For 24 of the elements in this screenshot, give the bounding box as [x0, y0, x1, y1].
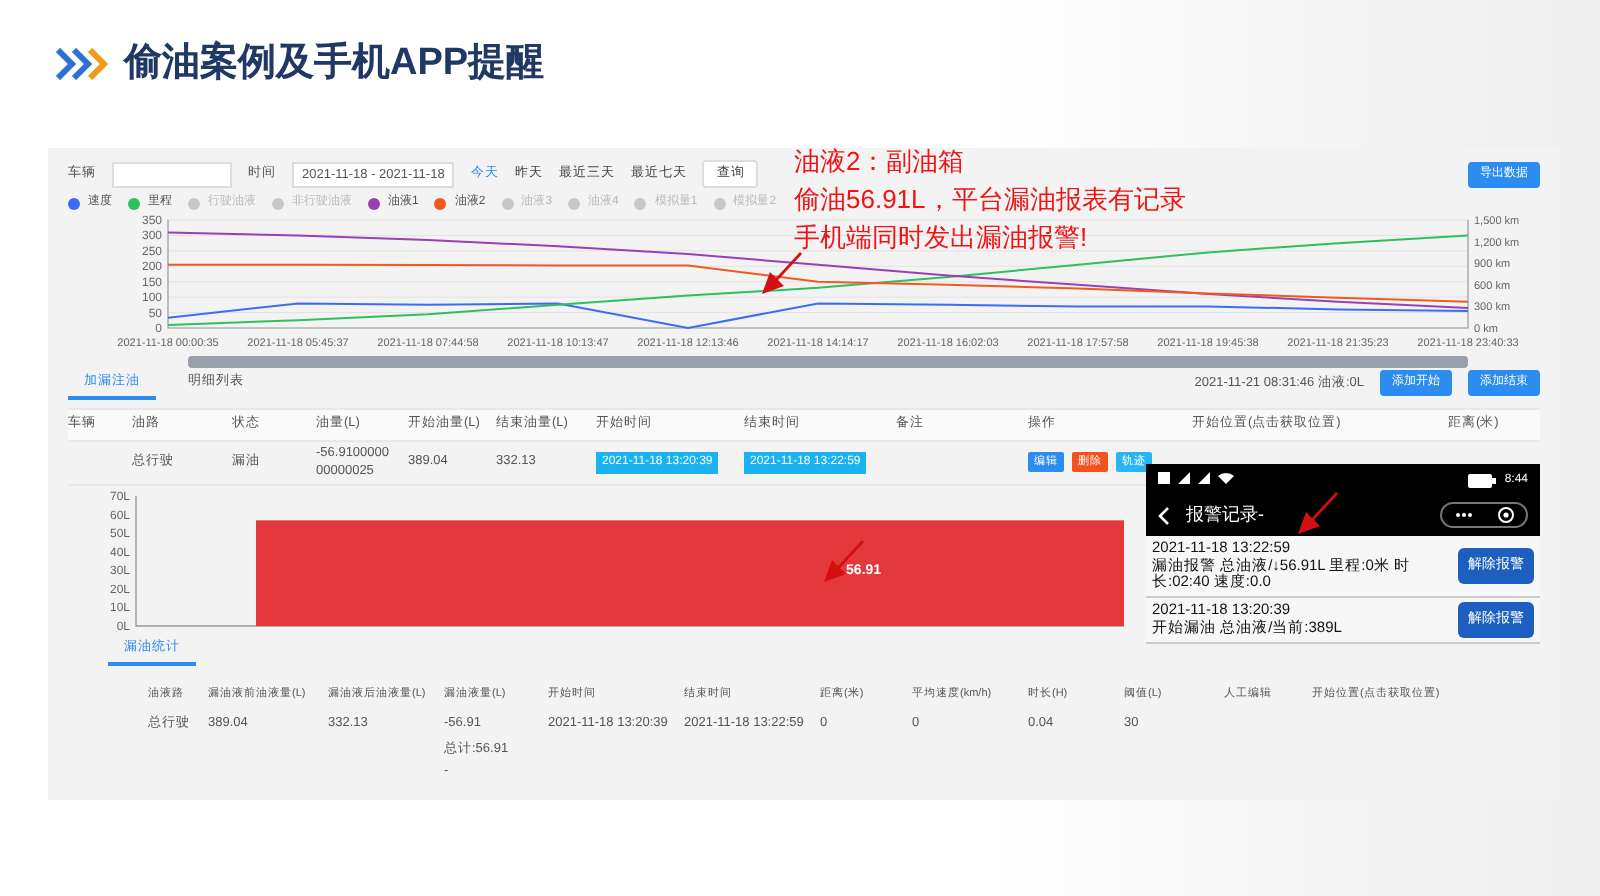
- arrow-icon: [1296, 488, 1340, 536]
- annotation-text: 油液2：副油箱: [794, 144, 967, 180]
- legend-dot: [68, 197, 80, 209]
- vehicle-field[interactable]: [112, 161, 232, 187]
- legend-dot: [272, 197, 284, 209]
- time-range-scrollbar[interactable]: [188, 356, 1468, 368]
- back-icon[interactable]: [1158, 506, 1170, 526]
- legend-dot: [568, 197, 581, 209]
- slide-title: 偷油案例及手机APP提醒: [124, 41, 545, 87]
- legend-dot: [368, 197, 380, 209]
- capsule-menu-icon[interactable]: [1440, 502, 1528, 529]
- annotation-text: 偷油56.91L，平台漏油报表有记录: [794, 182, 1186, 218]
- legend-dot: [634, 197, 647, 209]
- battery-icon: [1468, 473, 1497, 487]
- legend-dot: [434, 197, 447, 209]
- phone-status-drawing: [1158, 470, 1238, 490]
- arrow-icon: [760, 248, 804, 296]
- legend-dot: [188, 197, 200, 209]
- page-title: 报警记录-: [1186, 502, 1264, 529]
- legend-dot: [713, 197, 726, 209]
- chevrons-icon: [56, 48, 108, 80]
- annotation-text: 手机端同时发出漏油报警!: [794, 220, 1090, 256]
- legend-dot: [128, 197, 140, 209]
- legend-dot: [501, 197, 514, 209]
